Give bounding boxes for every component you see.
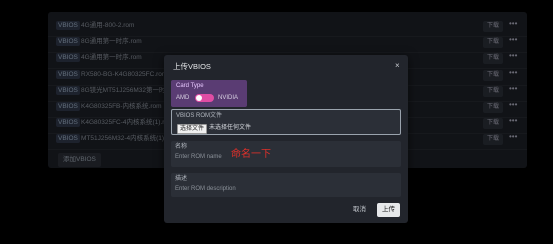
close-icon[interactable]: × xyxy=(395,61,400,70)
no-file-chosen-text: 未选择任何文件 xyxy=(209,125,252,131)
amd-label: AMD xyxy=(176,95,190,101)
rom-file-field: VBIOS ROM文件 选择文件 未选择任何文件 xyxy=(171,109,401,135)
upload-vbios-modal: 上传VBIOS × Card Type AMD NVIDIA VBIOS ROM… xyxy=(164,55,408,223)
nvidia-label: NVIDIA xyxy=(218,95,239,101)
description-input[interactable]: Enter ROM description xyxy=(175,186,236,193)
name-annotation: 命名一下 xyxy=(231,149,271,160)
modal-title: 上传VBIOS xyxy=(173,62,211,71)
description-label: 描述 xyxy=(175,176,188,182)
card-type-toggle[interactable] xyxy=(195,94,214,102)
upload-button[interactable]: 上传 xyxy=(377,203,400,217)
name-input[interactable]: Enter ROM name xyxy=(175,154,222,161)
card-type-label: Card Type xyxy=(176,83,204,89)
name-label: 名称 xyxy=(175,144,188,150)
rom-file-label: VBIOS ROM文件 xyxy=(176,113,223,119)
toggle-knob xyxy=(196,95,202,101)
description-field: 描述 Enter ROM description xyxy=(171,173,401,197)
choose-file-button[interactable]: 选择文件 xyxy=(177,124,208,134)
name-field: 名称 Enter ROM name 命名一下 xyxy=(171,141,401,167)
card-type-section: Card Type AMD NVIDIA xyxy=(171,80,247,107)
cancel-button[interactable]: 取消 xyxy=(353,206,366,214)
